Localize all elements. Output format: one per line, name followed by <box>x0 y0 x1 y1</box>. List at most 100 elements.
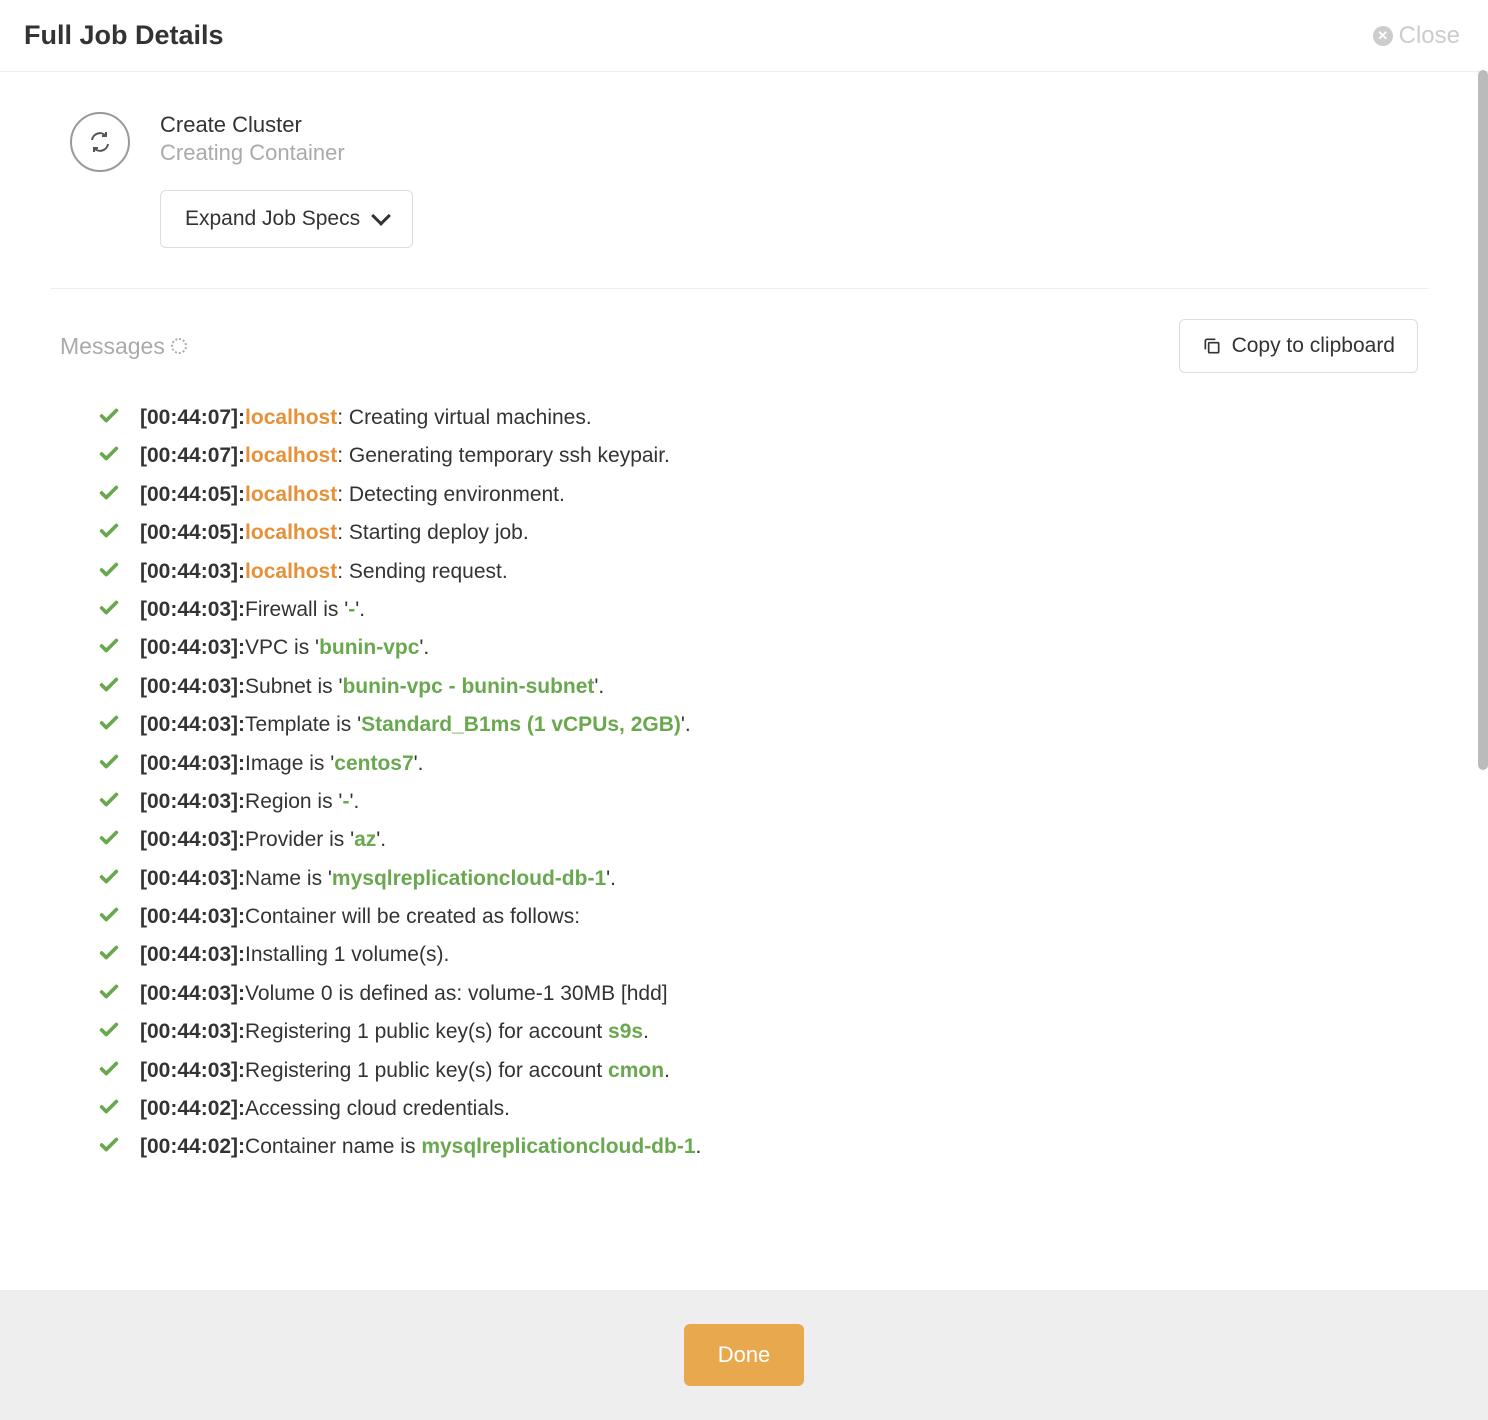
log-message: [00:44:03]:Registering 1 public key(s) f… <box>140 1056 670 1085</box>
log-row: [00:44:05]:localhost: Starting deploy jo… <box>98 518 1428 547</box>
check-icon <box>98 866 120 888</box>
log-host: localhost <box>245 444 337 467</box>
check-icon <box>98 827 120 849</box>
log-timestamp: [00:44:07]: <box>140 406 245 429</box>
log-row: [00:44:03]:Registering 1 public key(s) f… <box>98 1017 1428 1046</box>
log-text-pre: Name is ' <box>245 867 332 890</box>
log-message: [00:44:03]:Firewall is '-'. <box>140 595 365 624</box>
log-value: bunin-vpc - bunin-subnet <box>342 675 594 698</box>
log-text-post: '. <box>681 713 691 736</box>
log-row: [00:44:03]:Provider is 'az'. <box>98 825 1428 854</box>
log-message: [00:44:03]:Name is 'mysqlreplicationclou… <box>140 864 616 893</box>
scrollbar[interactable] <box>1478 70 1488 770</box>
log-value: centos7 <box>334 752 413 775</box>
log-text-pre: VPC is ' <box>245 636 319 659</box>
log-row: [00:44:03]:Region is '-'. <box>98 787 1428 816</box>
check-icon <box>98 520 120 542</box>
log-text-pre: Provider is ' <box>245 828 354 851</box>
log-text: Container will be created as follows: <box>245 905 580 928</box>
log-text-post: '. <box>349 790 359 813</box>
log-text: Generating temporary ssh keypair. <box>349 444 670 467</box>
log-row: [00:44:03]:Container will be created as … <box>98 902 1428 931</box>
log-row: [00:44:03]:Registering 1 public key(s) f… <box>98 1056 1428 1085</box>
log-message: [00:44:03]:Installing 1 volume(s). <box>140 940 449 969</box>
log-timestamp: [00:44:03]: <box>140 598 245 621</box>
expand-job-specs-button[interactable]: Expand Job Specs <box>160 190 413 248</box>
log-timestamp: [00:44:03]: <box>140 790 245 813</box>
log-text-post: '. <box>419 636 429 659</box>
log-text-pre: Registering 1 public key(s) for account <box>245 1020 608 1043</box>
copy-label: Copy to clipboard <box>1232 334 1395 358</box>
log-row: [00:44:03]:VPC is 'bunin-vpc'. <box>98 633 1428 662</box>
log-timestamp: [00:44:03]: <box>140 713 245 736</box>
check-icon <box>98 1058 120 1080</box>
done-button[interactable]: Done <box>684 1324 805 1386</box>
log-text: Detecting environment. <box>349 483 565 506</box>
log-message: [00:44:03]:Subnet is 'bunin-vpc - bunin-… <box>140 672 604 701</box>
log-message: [00:44:03]:Container will be created as … <box>140 902 580 931</box>
check-icon <box>98 482 120 504</box>
log-timestamp: [00:44:03]: <box>140 675 245 698</box>
messages-header: Messages Copy to clipboard <box>50 319 1428 373</box>
log-host: localhost <box>245 560 337 583</box>
log-row: [00:44:07]:localhost: Generating tempora… <box>98 441 1428 470</box>
log-timestamp: [00:44:03]: <box>140 1059 245 1082</box>
log-message: [00:44:07]:localhost: Creating virtual m… <box>140 403 592 432</box>
expand-label: Expand Job Specs <box>185 207 360 231</box>
log-timestamp: [00:44:03]: <box>140 636 245 659</box>
log-text-post: . <box>664 1059 670 1082</box>
copy-icon <box>1202 336 1222 356</box>
log-text: Installing 1 volume(s). <box>245 943 449 966</box>
log-message: [00:44:03]:localhost: Sending request. <box>140 557 508 586</box>
check-icon <box>98 597 120 619</box>
job-status: Creating Container <box>160 140 413 166</box>
log-message: [00:44:03]:Template is 'Standard_B1ms (1… <box>140 710 691 739</box>
log-timestamp: [00:44:03]: <box>140 867 245 890</box>
log-value: cmon <box>608 1059 664 1082</box>
log-text: Sending request. <box>349 560 508 583</box>
log-timestamp: [00:44:05]: <box>140 483 245 506</box>
job-header: Create Cluster Creating Container Expand… <box>50 112 1428 289</box>
modal-title: Full Job Details <box>24 20 224 51</box>
close-button[interactable]: ✕ Close <box>1373 22 1460 50</box>
log-message: [00:44:03]:Provider is 'az'. <box>140 825 386 854</box>
log-message: [00:44:03]:VPC is 'bunin-vpc'. <box>140 633 429 662</box>
log-text-post: . <box>643 1020 649 1043</box>
check-icon <box>98 942 120 964</box>
log-value: mysqlreplicationcloud-db-1 <box>421 1135 695 1158</box>
copy-to-clipboard-button[interactable]: Copy to clipboard <box>1179 319 1418 373</box>
log-host: localhost <box>245 406 337 429</box>
log-text: Starting deploy job. <box>349 521 529 544</box>
log-text: Creating virtual machines. <box>349 406 592 429</box>
job-name: Create Cluster <box>160 112 413 138</box>
log-text-post: '. <box>355 598 365 621</box>
log-text-post: . <box>696 1135 702 1158</box>
log-text-pre: Container name is <box>245 1135 421 1158</box>
log-timestamp: [00:44:02]: <box>140 1135 245 1158</box>
log-row: [00:44:03]:Name is 'mysqlreplicationclou… <box>98 864 1428 893</box>
log-message: [00:44:03]:Volume 0 is defined as: volum… <box>140 979 668 1008</box>
close-icon: ✕ <box>1373 26 1393 46</box>
log-text-post: '. <box>594 675 604 698</box>
log-text-pre: : <box>337 483 349 506</box>
log-timestamp: [00:44:03]: <box>140 982 245 1005</box>
job-titles: Create Cluster Creating Container Expand… <box>160 112 413 248</box>
log-text-pre: Firewall is ' <box>245 598 348 621</box>
log-row: [00:44:03]:Volume 0 is defined as: volum… <box>98 979 1428 1008</box>
log-message: [00:44:05]:localhost: Starting deploy jo… <box>140 518 529 547</box>
log-row: [00:44:03]:localhost: Sending request. <box>98 557 1428 586</box>
close-label: Close <box>1399 22 1460 50</box>
log-value: s9s <box>608 1020 643 1043</box>
log-row: [00:44:03]:Subnet is 'bunin-vpc - bunin-… <box>98 672 1428 701</box>
check-icon <box>98 712 120 734</box>
modal-footer: Done <box>0 1290 1488 1420</box>
log-row: [00:44:03]:Template is 'Standard_B1ms (1… <box>98 710 1428 739</box>
log-timestamp: [00:44:03]: <box>140 560 245 583</box>
log-text-pre: Subnet is ' <box>245 675 342 698</box>
check-icon <box>98 405 120 427</box>
log-text-pre: : <box>337 560 349 583</box>
modal-header: Full Job Details ✕ Close <box>0 0 1488 72</box>
log-text-pre: Template is ' <box>245 713 361 736</box>
log-message: [00:44:05]:localhost: Detecting environm… <box>140 480 565 509</box>
log-host: localhost <box>245 483 337 506</box>
